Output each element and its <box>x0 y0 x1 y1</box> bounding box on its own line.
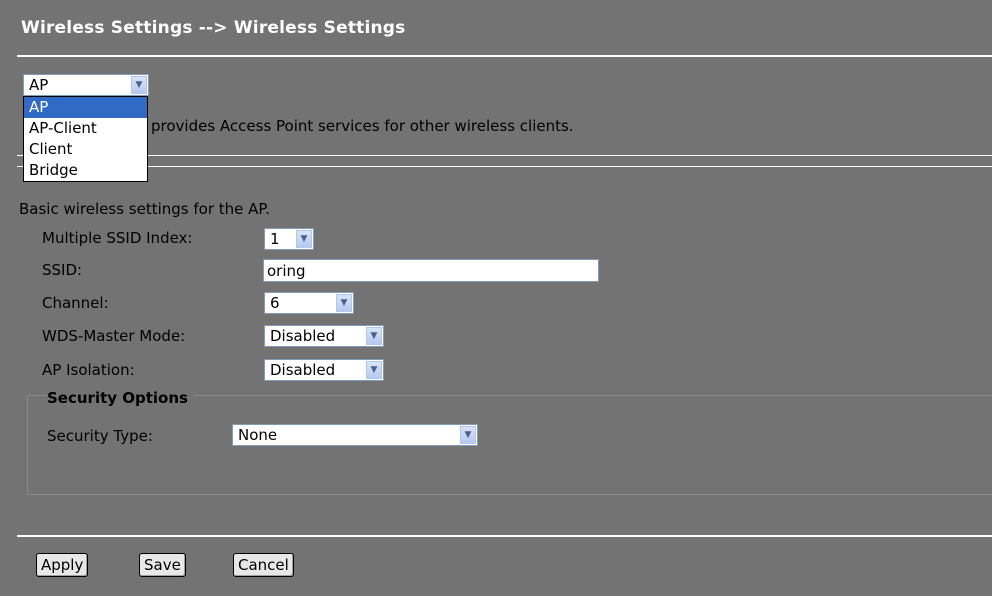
mode-select[interactable]: AP ▼ <box>23 74 149 96</box>
section-divider-top <box>17 155 992 156</box>
security-type-select[interactable]: None ▼ <box>232 424 478 446</box>
title-divider <box>17 55 992 57</box>
mode-option-client[interactable]: Client <box>24 139 147 160</box>
save-button[interactable]: Save <box>139 553 186 577</box>
security-legend: Security Options <box>47 389 194 407</box>
mode-select-value: AP <box>29 76 49 94</box>
basic-intro: Basic wireless settings for the AP. <box>19 200 270 218</box>
mode-option-bridge[interactable]: Bridge <box>24 160 147 181</box>
ssid-input[interactable] <box>263 259 599 282</box>
ssid-label: SSID: <box>42 261 83 279</box>
ssid-index-value: 1 <box>270 230 280 248</box>
mode-option-ap[interactable]: AP <box>24 97 147 118</box>
channel-label: Channel: <box>42 294 109 312</box>
section-divider-bottom <box>17 166 992 167</box>
mode-option-ap-client[interactable]: AP-Client <box>24 118 147 139</box>
ssid-index-label: Multiple SSID Index: <box>42 229 193 247</box>
chevron-down-icon[interactable]: ▼ <box>460 426 476 444</box>
security-type-label: Security Type: <box>47 427 153 445</box>
isolation-select[interactable]: Disabled ▼ <box>264 359 384 381</box>
page-title: Wireless Settings --> Wireless Settings <box>21 18 406 38</box>
isolation-value: Disabled <box>270 361 336 379</box>
ssid-index-select[interactable]: 1 ▼ <box>264 228 314 250</box>
channel-value: 6 <box>270 294 280 312</box>
chevron-down-icon[interactable]: ▼ <box>366 361 382 379</box>
chevron-down-icon[interactable]: ▼ <box>336 294 352 312</box>
wds-label: WDS-Master Mode: <box>42 327 186 345</box>
wds-value: Disabled <box>270 327 336 345</box>
wds-select[interactable]: Disabled ▼ <box>264 325 384 347</box>
channel-select[interactable]: 6 ▼ <box>264 292 354 314</box>
footer-divider <box>17 535 992 537</box>
chevron-down-icon[interactable]: ▼ <box>131 76 147 94</box>
mode-description: provides Access Point services for other… <box>151 117 574 135</box>
cancel-button[interactable]: Cancel <box>233 553 294 577</box>
mode-dropdown-list: AP AP-Client Client Bridge <box>23 96 148 182</box>
security-fieldset <box>27 395 992 495</box>
security-type-value: None <box>238 426 278 444</box>
apply-button[interactable]: Apply <box>36 553 89 577</box>
chevron-down-icon[interactable]: ▼ <box>296 230 312 248</box>
isolation-label: AP Isolation: <box>42 361 135 379</box>
chevron-down-icon[interactable]: ▼ <box>366 327 382 345</box>
